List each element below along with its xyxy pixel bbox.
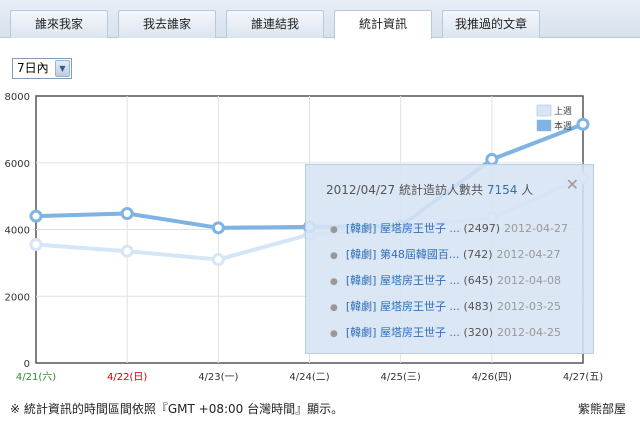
article-count: (742) bbox=[462, 248, 493, 261]
bullet-icon: ● bbox=[330, 329, 338, 339]
tab-backlinks[interactable]: 誰連結我 bbox=[226, 10, 324, 38]
list-item: ● [韓劇] 屋塔房王世子 ... (2497) 2012-04-27 bbox=[330, 220, 568, 246]
data-point bbox=[485, 152, 499, 166]
x-tick-label: 4/27(五) bbox=[563, 372, 603, 383]
bullet-icon: ● bbox=[330, 277, 338, 287]
y-tick-label: 8000 bbox=[5, 92, 30, 103]
data-point bbox=[120, 206, 134, 220]
article-count: (483) bbox=[463, 300, 494, 313]
tab-recommended-articles[interactable]: 我推過的文章 bbox=[442, 10, 540, 38]
article-count: (645) bbox=[463, 274, 494, 287]
popup-date: 2012/04/27 bbox=[326, 183, 396, 197]
legend-label: 上週 bbox=[554, 106, 572, 117]
data-point bbox=[29, 238, 43, 252]
bullet-icon: ● bbox=[330, 225, 338, 235]
bullet-icon: ● bbox=[330, 303, 338, 313]
legend-swatch bbox=[536, 119, 552, 132]
data-point bbox=[211, 221, 225, 235]
close-icon[interactable]: ✕ bbox=[566, 177, 579, 193]
x-tick-label: 4/25(三) bbox=[381, 372, 421, 383]
article-date: 2012-04-08 bbox=[497, 274, 561, 287]
popup-visit-count: 7154 bbox=[486, 183, 518, 197]
x-tick-label: 4/26(四) bbox=[472, 372, 512, 383]
list-item: ● [韓劇] 屋塔房王世子 ... (645) 2012-04-08 bbox=[330, 272, 568, 298]
article-link[interactable]: [韓劇] 屋塔房王世子 ... bbox=[346, 274, 460, 287]
y-tick-label: 4000 bbox=[5, 226, 30, 237]
article-count: (2497) bbox=[463, 222, 501, 235]
data-point bbox=[120, 244, 134, 258]
x-tick-label: 4/22(日) bbox=[107, 372, 147, 383]
tab-bar: 誰來我家 我去誰家 誰連結我 統計資訊 我推過的文章 bbox=[0, 0, 640, 39]
article-link[interactable]: [韓劇] 屋塔房王世子 ... bbox=[346, 222, 460, 235]
article-link[interactable]: [韓劇] 第48屆韓國百... bbox=[346, 248, 460, 261]
data-point bbox=[576, 117, 590, 131]
tab-visitors[interactable]: 誰來我家 bbox=[10, 10, 108, 38]
list-item: ● [韓劇] 屋塔房王世子 ... (320) 2012-04-25 bbox=[330, 324, 568, 350]
y-tick-label: 6000 bbox=[5, 159, 30, 170]
popup-prefix: 統計造訪人數共 bbox=[399, 183, 484, 197]
chevron-down-icon[interactable]: ▼ bbox=[55, 60, 70, 77]
timezone-note: ※ 統計資訊的時間區間依照『GMT +08:00 台灣時間』顯示。 bbox=[10, 402, 344, 416]
bullet-icon: ● bbox=[330, 251, 338, 261]
legend-swatch bbox=[536, 104, 552, 117]
y-tick-label: 2000 bbox=[5, 292, 30, 303]
tab-visited[interactable]: 我去誰家 bbox=[118, 10, 216, 38]
article-date: 2012-04-25 bbox=[497, 326, 561, 339]
list-item: ● [韓劇] 第48屆韓國百... (742) 2012-04-27 bbox=[330, 246, 568, 272]
y-tick-label: 0 bbox=[24, 359, 30, 370]
article-count: (320) bbox=[463, 326, 494, 339]
article-link[interactable]: [韓劇] 屋塔房王世子 ... bbox=[346, 326, 460, 339]
article-link[interactable]: [韓劇] 屋塔房王世子 ... bbox=[346, 300, 460, 313]
x-tick-label: 4/23(一) bbox=[198, 372, 238, 383]
legend-label: 本週 bbox=[554, 120, 572, 132]
data-point bbox=[29, 209, 43, 223]
data-point bbox=[211, 253, 225, 267]
site-brand: 紫熊部屋 bbox=[577, 402, 626, 416]
x-tick-label: 4/24(二) bbox=[289, 372, 329, 383]
day-detail-popup: 2012/04/27 統計造訪人數共 7154 人 ✕ ● [韓劇] 屋塔房王世子… bbox=[305, 164, 594, 354]
popup-article-list: ● [韓劇] 屋塔房王世子 ... (2497) 2012-04-27 ● [韓劇] … bbox=[330, 220, 568, 350]
date-range-select[interactable]: 7日內 ▼ bbox=[12, 58, 72, 79]
popup-header: 2012/04/27 統計造訪人數共 7154 人 bbox=[326, 181, 533, 198]
popup-suffix: 人 bbox=[521, 183, 534, 197]
article-date: 2012-03-25 bbox=[497, 300, 561, 313]
x-tick-label: 4/21(六) bbox=[16, 371, 56, 383]
tab-statistics[interactable]: 統計資訊 bbox=[334, 10, 432, 39]
list-item: ● [韓劇] 屋塔房王世子 ... (483) 2012-03-25 bbox=[330, 298, 568, 324]
article-date: 2012-04-27 bbox=[504, 222, 568, 235]
article-date: 2012-04-27 bbox=[496, 248, 561, 261]
date-range-value: 7日內 bbox=[17, 61, 49, 75]
